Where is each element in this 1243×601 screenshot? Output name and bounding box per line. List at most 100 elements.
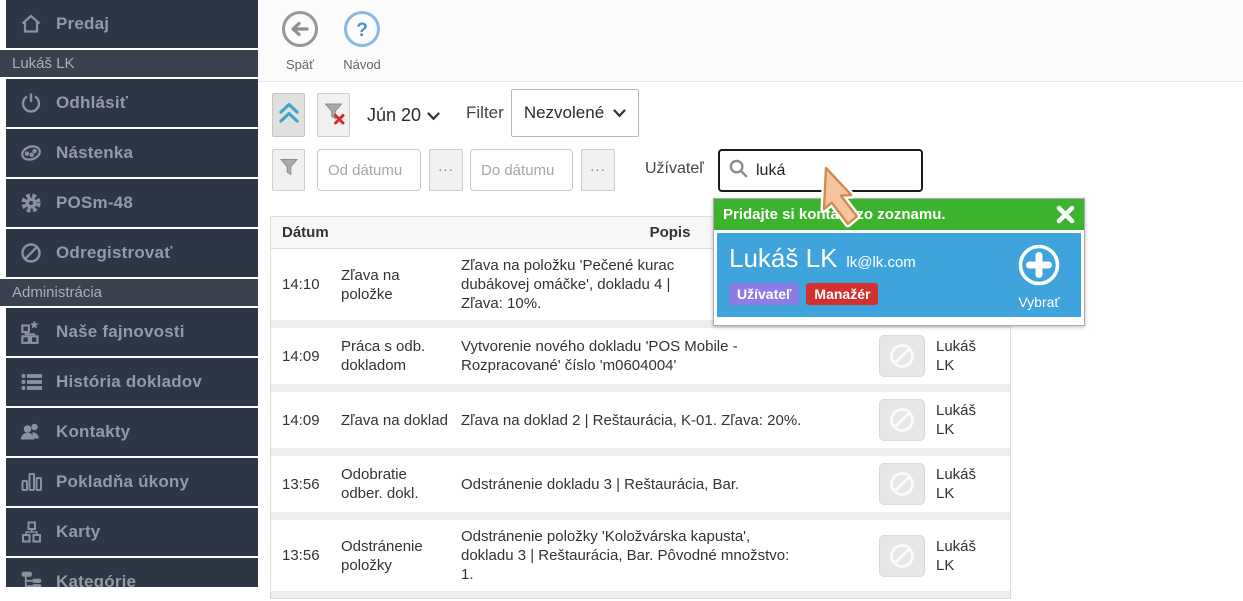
funnel-clear-icon [322, 101, 346, 130]
org-chart-icon [6, 520, 56, 544]
filter-select-value: Nezvolené [524, 103, 604, 123]
sidebar-section-label: Administrácia [12, 284, 102, 301]
popup-footer [714, 320, 1084, 325]
apply-filter-button[interactable] [272, 149, 305, 191]
date-to-picker-button[interactable]: ... [581, 149, 615, 191]
row-description: Odstránenie dokladu 3 | Reštaurácia, Bar… [461, 475, 879, 494]
column-header-datum: Dátum [271, 224, 341, 241]
sidebar-section-label: Lukáš LK [12, 55, 75, 72]
contact-email: lk@lk.com [846, 254, 915, 271]
sidebar-item-label: Odhlásiť [56, 93, 128, 113]
plus-circle-icon [1016, 242, 1062, 293]
table-row[interactable]: 14:09 Práca s odb. dokladom Vytvorenie n… [271, 328, 1010, 384]
sidebar-section-administracia: Administrácia [0, 279, 258, 306]
row-time: 14:09 [271, 348, 341, 365]
ban-action-button[interactable] [879, 399, 925, 441]
top-toolbar: Späť ? Návod [258, 0, 1243, 82]
collapse-filters-button[interactable] [272, 93, 305, 137]
favorites-icon [6, 319, 56, 345]
help-button[interactable]: ? Návod [330, 9, 394, 72]
table-row[interactable]: 14:09 Zľava na doklad Zľava na doklad 2 … [271, 392, 1010, 448]
contact-card[interactable]: Lukáš LK lk@lk.com Užívateľ Manažér Vybr… [717, 233, 1081, 317]
sidebar-item-label: POSm-48 [56, 193, 133, 213]
ellipsis-label: ... [438, 158, 454, 175]
ban-action-button[interactable] [879, 335, 925, 377]
dashboard-icon [6, 141, 56, 165]
sidebar-item-kontakty[interactable]: Kontakty [6, 408, 258, 456]
role-badge-uzivatel: Užívateľ [729, 283, 799, 305]
row-description: Odstránenie položky 'Koložvárska kapusta… [461, 527, 879, 584]
ban-action-button[interactable] [879, 463, 925, 505]
tree-icon [6, 569, 56, 587]
row-time: 14:10 [271, 276, 341, 293]
row-description: Vytvorenie nového dokladu 'POS Mobile - … [461, 337, 879, 375]
row-time: 13:56 [271, 547, 341, 564]
sidebar-item-label: Kontakty [56, 422, 130, 442]
row-description: Zľava na doklad 2 | Reštaurácia, K-01. Z… [461, 411, 879, 430]
sidebar-item-predaj[interactable]: Predaj [6, 0, 258, 48]
power-icon [6, 91, 56, 115]
sidebar-item-nastenka[interactable]: Nástenka [6, 129, 258, 177]
filter-select[interactable]: Nezvolené [511, 89, 639, 137]
sidebar-item-label: Karty [56, 522, 100, 542]
bar-chart-icon [6, 470, 56, 494]
svg-text:?: ? [356, 20, 368, 41]
sidebar-item-label: História dokladov [56, 372, 202, 392]
help-label: Návod [343, 57, 381, 72]
sidebar-item-pokladna-ukony[interactable]: Pokladňa úkony [6, 458, 258, 506]
double-chevron-up-icon [277, 100, 301, 131]
select-contact-button[interactable]: Vybrať [1010, 242, 1068, 310]
row-user: Lukáš LK [936, 337, 1010, 375]
sidebar-item-label: Kategórie [56, 572, 136, 587]
list-icon [6, 370, 56, 394]
popup-header: Pridajte si kontakt zo zoznamu. [714, 199, 1084, 230]
row-type: Zľava na doklad [341, 411, 461, 430]
chevron-down-icon [427, 105, 440, 126]
sidebar-item-label: Predaj [56, 14, 109, 34]
clear-filter-button[interactable] [317, 93, 350, 137]
sidebar-item-posm48[interactable]: POSm-48 [6, 179, 258, 227]
row-user: Lukáš LK [936, 465, 1010, 503]
row-user: Lukáš LK [936, 401, 1010, 439]
sidebar: Predaj Lukáš LK Odhlásiť Nástenka POSm-4… [0, 0, 258, 587]
month-select[interactable]: Jún 20 [367, 93, 447, 137]
ban-icon [6, 241, 56, 265]
close-icon[interactable] [1056, 205, 1075, 224]
row-time: 13:56 [271, 476, 341, 493]
back-label: Späť [286, 57, 314, 72]
sidebar-item-karty[interactable]: Karty [6, 508, 258, 556]
row-type: Odobratie odber. dokl. [341, 465, 461, 503]
sidebar-item-label: Nástenka [56, 143, 133, 163]
ellipsis-label: ... [590, 158, 606, 175]
date-from-picker-button[interactable]: ... [429, 149, 463, 191]
sidebar-item-historia-dokladov[interactable]: História dokladov [6, 358, 258, 406]
user-search-input[interactable] [756, 162, 913, 180]
month-select-value: Jún 20 [367, 105, 421, 126]
row-type: Odstránenie položky [341, 537, 461, 575]
sidebar-item-label: Odregistrovať [56, 243, 173, 263]
date-to-input[interactable] [470, 149, 573, 191]
user-search-box [718, 149, 923, 192]
gear-icon [6, 191, 56, 215]
table-row[interactable]: 13:56 Odstránenie položky Odstránenie po… [271, 520, 1010, 591]
chevron-down-icon [613, 103, 626, 123]
sidebar-section-user: Lukáš LK [0, 50, 258, 77]
search-icon [728, 158, 748, 183]
back-icon [280, 9, 320, 54]
contact-suggestion-popup: Pridajte si kontakt zo zoznamu. Lukáš LK… [713, 198, 1085, 326]
date-from-input[interactable] [317, 149, 421, 191]
sidebar-item-odregistrovat[interactable]: Odregistrovať [6, 229, 258, 277]
back-button[interactable]: Späť [268, 9, 332, 72]
ban-action-button[interactable] [879, 535, 925, 577]
filter-label: Filter [466, 103, 504, 123]
user-label: Užívateľ [645, 160, 704, 178]
table-row[interactable]: 13:56 Odobratie odber. dokl. Odstránenie… [271, 456, 1010, 512]
contact-name: Lukáš LK [729, 243, 837, 274]
home-icon [6, 12, 56, 36]
sidebar-item-label: Naše fajnovosti [56, 322, 185, 342]
sidebar-item-odhlasit[interactable]: Odhlásiť [6, 79, 258, 127]
sidebar-item-kategorie[interactable]: Kategórie [6, 558, 258, 587]
row-type: Práca s odb. dokladom [341, 337, 461, 375]
funnel-icon [277, 156, 301, 185]
sidebar-item-nase-fajnovosti[interactable]: Naše fajnovosti [6, 308, 258, 356]
